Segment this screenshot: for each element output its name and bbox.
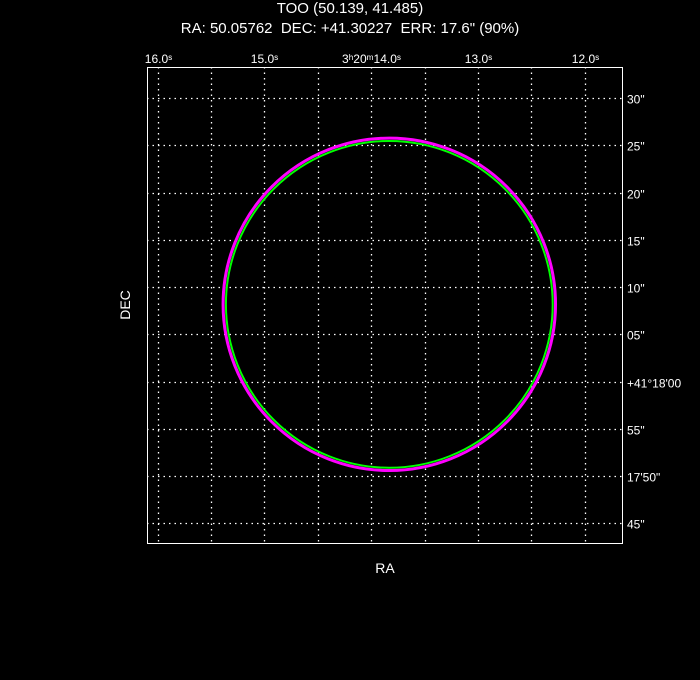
tick-labels: 16.0ˢ 15.0ˢ 3ʰ20ᵐ14.0ˢ 13.0ˢ 12.0ˢ 30" 25" 20" 1… — [145, 52, 682, 532]
y-tick-label: 25" — [627, 140, 645, 154]
error-circle-green — [224, 139, 554, 469]
y-tick-label: 45" — [627, 518, 645, 532]
x-tick-label: 13.0ˢ — [465, 52, 492, 66]
y-tick-label: 10" — [627, 282, 645, 296]
x-tick-label: 15.0ˢ — [251, 52, 278, 66]
error-circles — [221, 136, 558, 473]
y-tick-label: +41°18'00 — [627, 377, 681, 391]
error-circle-magenta — [221, 136, 558, 473]
y-tick-label: 20" — [627, 188, 645, 202]
x-axis-label: RA — [375, 560, 395, 576]
y-axis-label: DEC — [117, 290, 133, 320]
y-tick-label: 17'50" — [627, 471, 660, 485]
x-tick-label: 12.0ˢ — [572, 52, 599, 66]
x-tick-label: 16.0ˢ — [145, 52, 172, 66]
y-tick-label: 30" — [627, 93, 645, 107]
y-tick-label: 55" — [627, 424, 645, 438]
x-tick-label: 3ʰ20ᵐ14.0ˢ — [342, 52, 401, 66]
y-tick-label: 15" — [627, 235, 645, 249]
sky-plot: 16.0ˢ 15.0ˢ 3ʰ20ᵐ14.0ˢ 13.0ˢ 12.0ˢ 30" 25" 20" 1… — [117, 52, 682, 576]
y-tick-label: 05" — [627, 329, 645, 343]
